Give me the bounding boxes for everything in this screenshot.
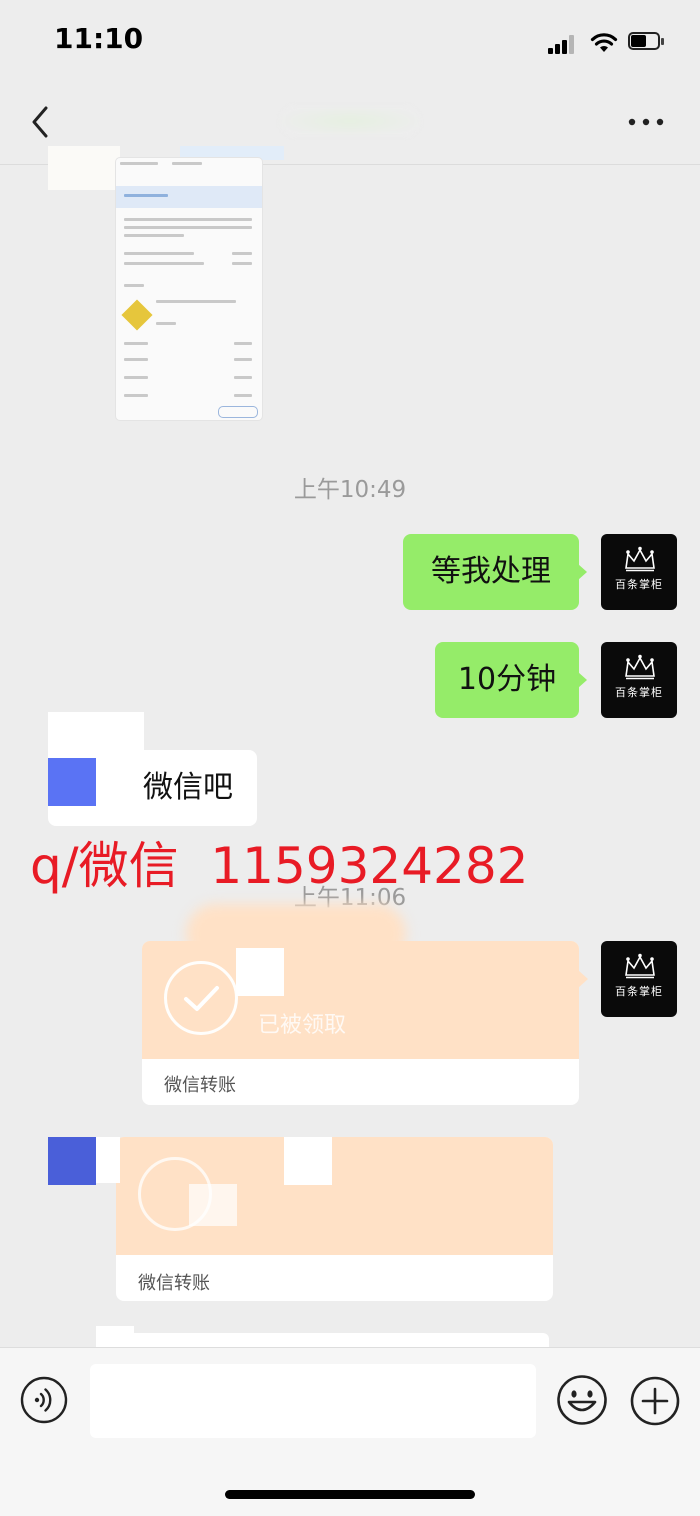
partial-message-bubble bbox=[116, 1333, 549, 1348]
battery-icon bbox=[628, 32, 666, 52]
voice-input-icon[interactable] bbox=[20, 1376, 68, 1424]
status-time: 11:10 bbox=[54, 22, 144, 55]
more-options-icon[interactable] bbox=[624, 114, 668, 130]
transfer-status: 已被领取 bbox=[258, 1013, 347, 1038]
self-avatar[interactable]: 百条掌柜 bbox=[601, 642, 677, 718]
image-message-screenshot[interactable] bbox=[116, 158, 262, 420]
status-bar: 11:10 bbox=[0, 0, 700, 82]
crown-icon bbox=[625, 546, 655, 572]
message-input[interactable] bbox=[90, 1364, 536, 1438]
cellular-signal-icon bbox=[548, 34, 578, 54]
sent-message-bubble[interactable]: 等我处理 bbox=[403, 534, 579, 610]
transfer-label: 微信转账 bbox=[138, 1273, 210, 1294]
chat-title bbox=[280, 106, 420, 136]
back-arrow-icon[interactable] bbox=[26, 102, 56, 142]
redacted-patch bbox=[236, 948, 284, 996]
crown-icon bbox=[625, 953, 655, 979]
emoji-icon[interactable] bbox=[556, 1374, 608, 1426]
wifi-icon bbox=[590, 33, 618, 52]
redacted-patch bbox=[189, 1184, 237, 1226]
add-attachment-icon[interactable] bbox=[630, 1376, 680, 1426]
self-avatar[interactable]: 百条掌柜 bbox=[601, 941, 677, 1017]
transfer-card[interactable]: 已被领取 微信转账 bbox=[142, 941, 579, 1105]
avatar-brand-text: 百条掌柜 bbox=[615, 985, 663, 998]
transfer-label: 微信转账 bbox=[164, 1075, 236, 1096]
product-thumbnail bbox=[121, 299, 153, 331]
home-indicator[interactable] bbox=[225, 1490, 475, 1499]
avatar-brand-text: 百条掌柜 bbox=[615, 686, 663, 699]
crown-icon bbox=[625, 654, 655, 680]
self-avatar[interactable]: 百条掌柜 bbox=[601, 534, 677, 610]
sent-message-bubble[interactable]: 10分钟 bbox=[435, 642, 579, 718]
bubble-tail bbox=[578, 564, 587, 580]
redacted-patch bbox=[284, 1137, 332, 1185]
contact-avatar[interactable] bbox=[48, 758, 96, 806]
contact-avatar[interactable] bbox=[48, 1137, 96, 1185]
avatar-brand-text: 百条掌柜 bbox=[615, 578, 663, 591]
timestamp: 上午10:49 bbox=[293, 477, 407, 503]
bubble-tail bbox=[578, 970, 588, 988]
bubble-tail bbox=[578, 672, 587, 688]
received-check-icon bbox=[164, 961, 238, 1035]
redacted-patch bbox=[96, 1137, 120, 1183]
blurred-avatar-patch bbox=[48, 146, 120, 190]
transfer-card[interactable]: 微信转账 bbox=[116, 1137, 553, 1301]
